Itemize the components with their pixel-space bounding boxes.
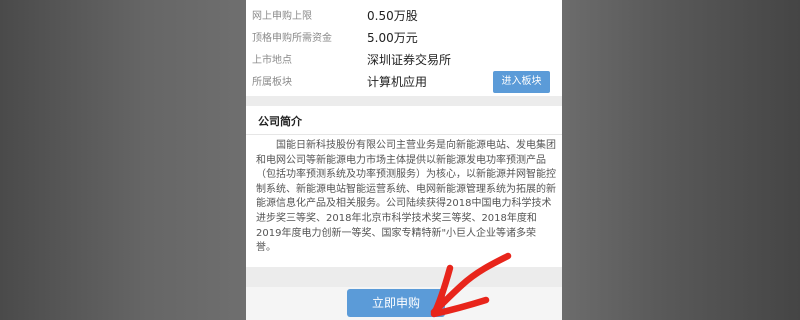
- section-title: 公司简介: [258, 115, 302, 128]
- info-row-listing-place: 上市地点 深圳证券交易所: [246, 49, 562, 71]
- company-intro-text: 国能日新科技股份有限公司主营业务是向新能源电站、发电集团和电网公司等新能源电力市…: [256, 140, 556, 254]
- info-label: 所属板块: [252, 77, 292, 88]
- divider: [246, 96, 562, 106]
- info-label: 网上申购上限: [252, 11, 312, 22]
- phone-screen: 网上申购上限 0.50万股 顶格申购所需资金 5.00万元 上市地点 深圳证券交…: [246, 0, 562, 320]
- background-right: [562, 0, 800, 320]
- info-row-required-funds: 顶格申购所需资金 5.00万元: [246, 27, 562, 49]
- info-row-apply-limit: 网上申购上限 0.50万股: [246, 5, 562, 27]
- info-value: 深圳证券交易所: [367, 53, 452, 67]
- divider: [246, 267, 562, 287]
- enter-sector-button[interactable]: 进入板块: [493, 71, 550, 93]
- info-label: 顶格申购所需资金: [252, 33, 332, 44]
- info-value: 5.00万元: [367, 31, 418, 45]
- background-left: [0, 0, 246, 320]
- info-label: 上市地点: [252, 55, 292, 66]
- ipo-info-panel: 网上申购上限 0.50万股 顶格申购所需资金 5.00万元 上市地点 深圳证券交…: [246, 0, 562, 96]
- info-value: 计算机应用: [367, 75, 428, 89]
- info-value: 0.50万股: [367, 9, 418, 23]
- apply-now-button[interactable]: 立即申购: [347, 289, 445, 317]
- company-intro-body: 国能日新科技股份有限公司主营业务是向新能源电站、发电集团和电网公司等新能源电力市…: [246, 135, 562, 267]
- company-intro-header: 公司简介: [246, 106, 562, 135]
